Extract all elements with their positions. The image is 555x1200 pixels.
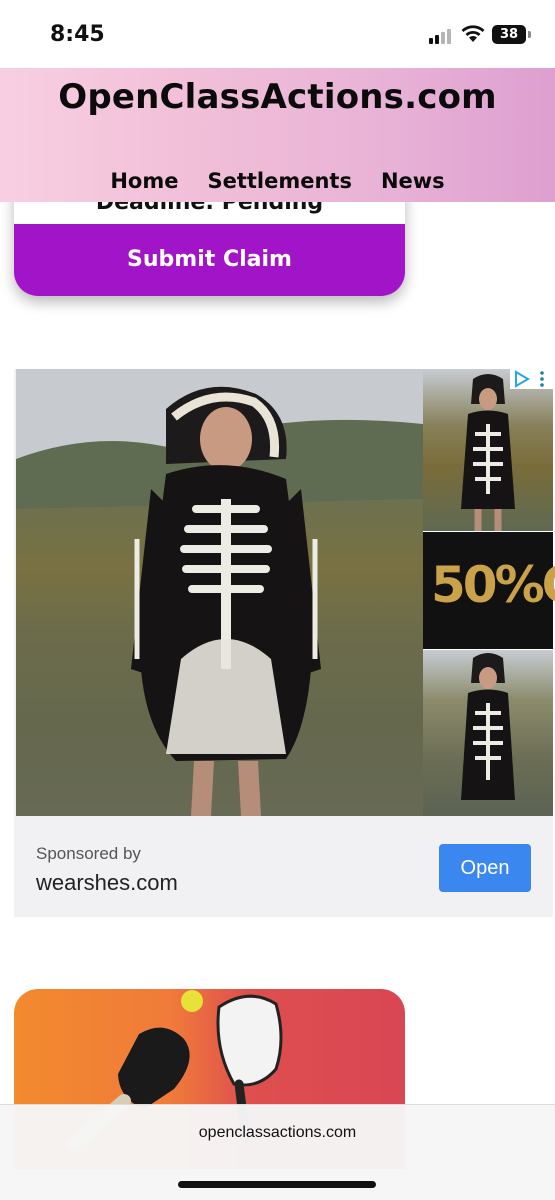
nav-home[interactable]: Home [110,169,178,193]
ad-main-image[interactable] [16,369,423,816]
url-text[interactable]: openclassactions.com [0,1124,555,1142]
ad-thumbnail-top[interactable] [423,369,553,531]
status-bar: 8:45 38 [0,0,555,68]
ad-thumbnail-bottom[interactable] [423,650,553,816]
browser-url-bar[interactable]: openclassactions.com [0,1104,555,1200]
ad-dress-thumbnail [461,653,515,800]
advertisement[interactable]: 50%OFF Sponsored by wear [14,369,555,917]
status-time: 8:45 [50,22,105,47]
cellular-signal-icon [429,28,455,44]
site-header: OpenClassActions.com Home Settlements Ne… [0,67,555,202]
page: 8:45 38 Deadline: Pending Submit Claim O… [0,0,555,1200]
ad-choices-icon[interactable] [510,369,553,389]
submit-claim-button[interactable]: Submit Claim [14,224,405,296]
ad-choices[interactable] [510,369,553,389]
ad-open-button[interactable]: Open [439,844,531,892]
ad-domain[interactable]: wearshes.com [36,870,178,896]
nav-news[interactable]: News [381,169,445,193]
ad-promo-tile[interactable]: 50%OFF [423,532,555,649]
nav-settlements[interactable]: Settlements [207,169,352,193]
wifi-icon [461,25,485,42]
battery-nub [528,31,531,38]
ad-side-panel[interactable]: 50%OFF [423,369,555,816]
battery-icon: 38 [492,25,526,44]
site-title[interactable]: OpenClassActions.com [0,77,555,117]
ad-dress-illustration [16,369,423,816]
site-nav: Home Settlements News [0,169,555,193]
ad-sponsored-label: Sponsored by [36,844,141,863]
home-indicator[interactable] [178,1181,376,1188]
ad-dress-thumbnail [461,374,515,531]
ad-footer: Sponsored by wearshes.com Open [14,816,553,917]
ad-promo-text: 50%OFF [431,556,555,614]
